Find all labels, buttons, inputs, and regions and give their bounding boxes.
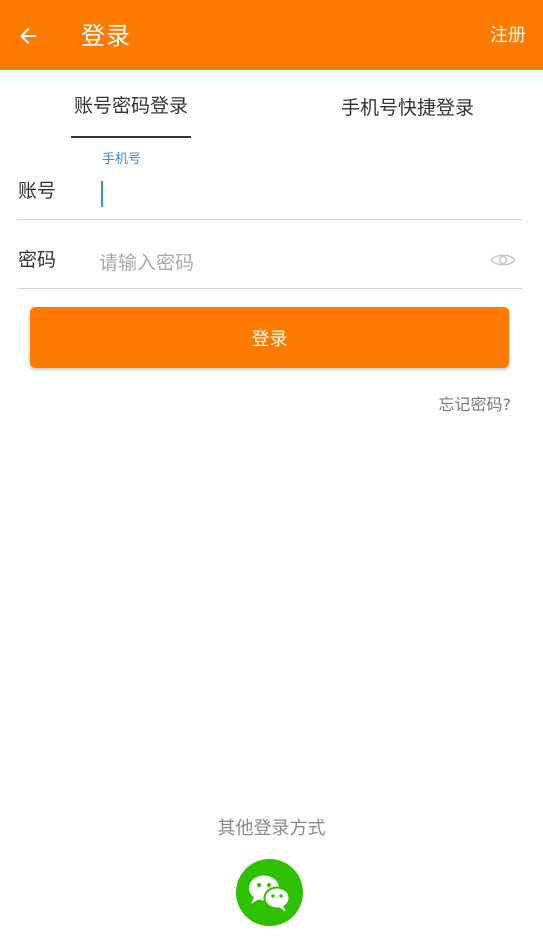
active-tab-indicator bbox=[71, 136, 191, 138]
app-bar: 登录 注册 bbox=[0, 0, 543, 70]
account-floating-hint: 手机号 bbox=[102, 152, 142, 167]
account-label: 账号 bbox=[18, 180, 57, 202]
password-input[interactable] bbox=[99, 246, 479, 280]
wechat-login-button[interactable] bbox=[236, 859, 303, 926]
eye-icon bbox=[490, 254, 516, 266]
register-link[interactable]: 注册 bbox=[490, 23, 526, 49]
arrow-left-icon bbox=[20, 28, 36, 44]
password-label: 密码 bbox=[18, 249, 57, 271]
forgot-password-link[interactable]: 忘记密码? bbox=[439, 394, 512, 416]
page-title: 登录 bbox=[81, 22, 131, 50]
back-button[interactable] bbox=[12, 20, 44, 52]
account-field-row: 账号 手机号 bbox=[17, 140, 522, 220]
login-button[interactable]: 登录 bbox=[30, 307, 509, 368]
wechat-icon bbox=[249, 875, 291, 912]
text-cursor bbox=[101, 181, 103, 207]
account-input[interactable] bbox=[99, 177, 479, 211]
password-field-row: 密码 bbox=[17, 220, 522, 289]
login-mode-tabs: 账号密码登录 手机号快捷登录 bbox=[0, 70, 543, 140]
tab-phone-quick-login[interactable]: 手机号快捷登录 bbox=[320, 70, 495, 140]
tab-account-password-login[interactable]: 账号密码登录 bbox=[56, 70, 206, 140]
password-visibility-toggle[interactable] bbox=[490, 250, 516, 270]
other-login-methods-title: 其他登录方式 bbox=[217, 818, 326, 839]
